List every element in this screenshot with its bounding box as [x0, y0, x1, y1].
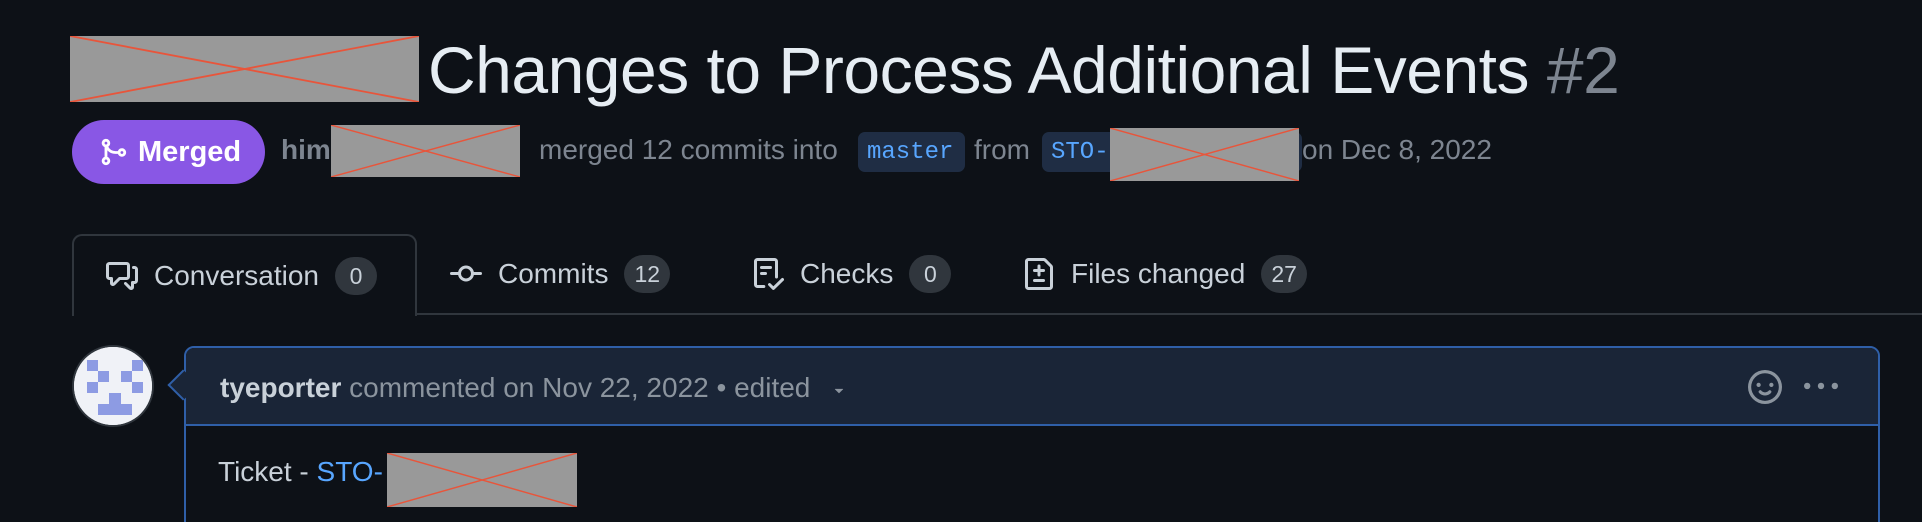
smiley-icon[interactable] [1748, 370, 1782, 404]
tab-files-changed[interactable]: Files changed 27 [1023, 234, 1307, 314]
git-commit-icon [450, 265, 482, 282]
caret-down-icon [835, 388, 844, 393]
tab-checks-count: 0 [909, 255, 952, 293]
tab-checks[interactable]: Checks 0 [752, 234, 952, 314]
checklist-icon [754, 258, 784, 290]
tab-checks-label: Checks [800, 258, 894, 289]
tab-commits[interactable]: Commits 12 [450, 234, 671, 314]
pr-title-text: Changes to Process Additional Events [428, 33, 1530, 107]
comment-action[interactable]: commented on Nov 22, 2022 [349, 372, 709, 403]
comment-discussion-icon [106, 262, 138, 290]
merged-status-badge: Merged [72, 120, 265, 184]
redacted-branch-name [1110, 128, 1299, 181]
pr-title-row: Changes to Process Additional Events #2 [0, 20, 1922, 110]
redacted-ticket-id [387, 453, 577, 507]
tab-conversation[interactable]: Conversation 0 [72, 234, 417, 316]
base-branch-name: master [867, 138, 954, 166]
comment-header: tyeporter commented on Nov 22, 2022 • ed… [186, 348, 1878, 426]
comment-separator: • [716, 372, 727, 403]
tab-files-changed-count: 27 [1261, 255, 1307, 293]
tab-commits-label: Commits [498, 258, 609, 289]
redacted-username [331, 125, 520, 177]
tab-commits-count: 12 [624, 255, 671, 293]
merge-date: on Dec 8, 2022 [1302, 134, 1492, 165]
redacted-title-prefix [70, 36, 419, 102]
file-diff-icon [1025, 258, 1053, 290]
base-branch-label[interactable]: master [858, 132, 965, 172]
git-merge-icon [101, 138, 127, 166]
merged-label: Merged [138, 135, 242, 168]
edited-label: edited [734, 372, 811, 403]
comment-meta: tyeporter commented on Nov 22, 2022 • ed… [220, 372, 848, 404]
identicon-avatar-icon [74, 347, 152, 425]
tab-conversation-label: Conversation [154, 260, 319, 291]
pr-title: Changes to Process Additional Events #2 [428, 30, 1620, 110]
tab-files-changed-label: Files changed [1071, 258, 1246, 289]
avatar[interactable] [72, 345, 154, 427]
comment-author[interactable]: tyeporter [220, 372, 341, 403]
merger-username[interactable]: him [281, 134, 331, 166]
from-text: from [974, 134, 1030, 165]
head-branch-name: STO- [1051, 138, 1109, 166]
edited-dropdown[interactable]: edited [734, 372, 848, 403]
ticket-prefix: Ticket - [218, 456, 317, 487]
kebab-horizontal-icon[interactable] [1804, 370, 1838, 404]
ticket-link[interactable]: STO- [317, 456, 383, 487]
merged-commits-text: merged 12 commits into [539, 134, 838, 165]
tab-conversation-count: 0 [334, 257, 377, 295]
pr-number: #2 [1546, 33, 1620, 107]
comment-body: Ticket - STO- [218, 456, 383, 488]
